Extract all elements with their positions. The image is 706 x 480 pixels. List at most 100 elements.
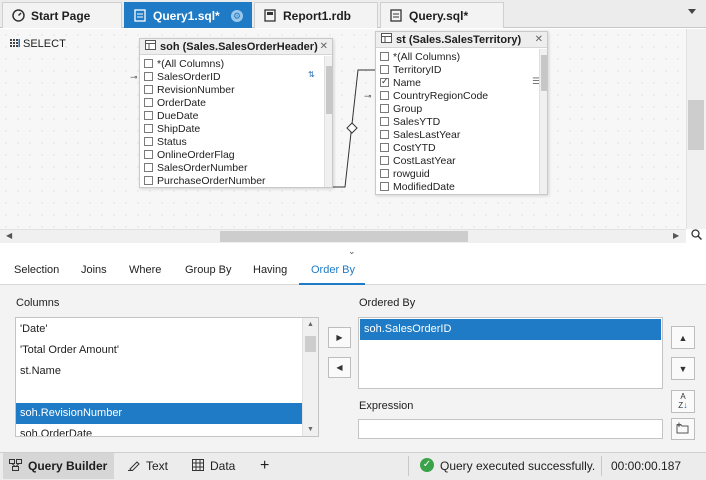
field-row[interactable]: OnlineOrderFlag <box>140 148 332 161</box>
checkbox[interactable] <box>144 72 153 81</box>
field-row[interactable]: rowguid <box>376 167 547 180</box>
field-row[interactable]: ShipDate <box>140 122 332 135</box>
add-expression-button[interactable] <box>671 418 695 440</box>
field-name: Name <box>393 76 422 89</box>
table-scrollbar[interactable] <box>539 49 547 194</box>
checkbox[interactable] <box>144 124 153 133</box>
checkbox[interactable] <box>144 150 153 159</box>
field-row[interactable]: RevisionNumber <box>140 83 332 96</box>
field-row[interactable]: *(All Columns) <box>376 50 547 63</box>
list-item[interactable]: st.Name <box>16 361 318 382</box>
scrollbar-thumb[interactable] <box>220 231 468 242</box>
scrollbar-thumb[interactable] <box>326 66 332 114</box>
list-item-selected[interactable]: soh.SalesOrderID <box>360 319 661 340</box>
tab-group-by[interactable]: Group By <box>185 264 231 276</box>
view-query-builder-button[interactable]: Query Builder <box>3 453 114 479</box>
list-item[interactable] <box>16 382 318 403</box>
checkbox[interactable] <box>380 169 389 178</box>
chevron-down-icon[interactable]: ⌄ <box>348 246 356 257</box>
view-label: Data <box>210 459 236 473</box>
close-icon[interactable]: ✕ <box>320 41 328 52</box>
close-icon[interactable]: ✕ <box>535 34 543 45</box>
view-label: Text <box>146 459 169 473</box>
field-name: *(All Columns) <box>393 50 461 63</box>
arrow-left-icon: ◀ <box>336 363 343 372</box>
tab-joins[interactable]: Joins <box>81 264 107 276</box>
field-row[interactable]: CostLastYear <box>376 154 547 167</box>
scrollbar-thumb[interactable] <box>305 336 316 352</box>
scroll-right-icon[interactable]: ▶ <box>673 231 679 240</box>
table-sales-territory[interactable]: st (Sales.SalesTerritory) ✕ *(All Column… <box>364 31 548 195</box>
table-header[interactable]: st (Sales.SalesTerritory) ✕ <box>376 32 547 48</box>
sort-az-icon: A Z↓ <box>678 392 688 410</box>
checkbox[interactable] <box>380 182 389 191</box>
expression-input[interactable] <box>358 419 663 439</box>
checkbox[interactable] <box>144 98 153 107</box>
field-row[interactable]: ⊸ CountryRegionCode <box>364 89 547 102</box>
tab-having[interactable]: Having <box>253 264 287 276</box>
field-row[interactable]: OrderDate <box>140 96 332 109</box>
field-row[interactable]: Name☰ <box>376 76 547 89</box>
table-icon <box>145 40 156 53</box>
add-view-button[interactable]: + <box>254 453 276 479</box>
checkbox[interactable] <box>144 59 153 68</box>
field-row[interactable]: ModifiedDate <box>376 180 547 193</box>
list-item-selected[interactable]: soh.RevisionNumber <box>16 403 302 424</box>
field-list: *(All Columns) TerritoryID Name☰ ⊸ Countr… <box>364 48 547 193</box>
columns-listbox[interactable]: 'Date' 'Total Order Amount' st.Name soh.… <box>15 317 319 437</box>
field-row[interactable]: DueDate <box>140 109 332 122</box>
checkbox[interactable] <box>380 65 389 74</box>
checkbox[interactable] <box>380 52 389 61</box>
scroll-up-icon[interactable]: ▲ <box>307 321 314 328</box>
field-row[interactable]: Group <box>376 102 547 115</box>
remove-from-order-button[interactable]: ◀ <box>328 357 351 378</box>
list-item[interactable]: 'Total Order Amount' <box>16 340 318 361</box>
checkbox[interactable] <box>144 85 153 94</box>
list-item[interactable]: 'Date' <box>16 319 318 340</box>
field-row[interactable]: ⊸ SalesOrderID ⇅ <box>130 70 332 83</box>
field-row[interactable]: PurchaseOrderNumber <box>140 174 332 187</box>
checkbox[interactable] <box>380 91 389 100</box>
view-text-button[interactable]: Text <box>122 453 180 479</box>
checkbox[interactable] <box>380 117 389 126</box>
zoom-icon[interactable] <box>688 229 704 243</box>
tab-order-by[interactable]: Order By <box>311 264 355 276</box>
ordered-by-listbox[interactable]: soh.SalesOrderID <box>358 317 663 389</box>
table-header[interactable]: soh (Sales.SalesOrderHeader) ✕ <box>140 39 332 55</box>
checkbox[interactable] <box>144 111 153 120</box>
field-name: SalesOrderNumber <box>157 161 248 174</box>
checkbox[interactable] <box>144 163 153 172</box>
checkbox[interactable] <box>380 130 389 139</box>
tab-selection[interactable]: Selection <box>14 264 59 276</box>
text-icon <box>128 459 140 474</box>
tab-where[interactable]: Where <box>129 264 161 276</box>
field-row[interactable]: Status <box>140 135 332 148</box>
list-item[interactable]: soh.OrderDate <box>16 424 318 436</box>
scrollbar-thumb[interactable] <box>688 100 704 150</box>
scroll-down-icon[interactable]: ▼ <box>307 426 314 433</box>
table-sales-order-header[interactable]: soh (Sales.SalesOrderHeader) ✕ *(All Col… <box>130 38 333 188</box>
columns-scrollbar[interactable]: ▲ ▼ <box>302 318 318 436</box>
add-to-order-button[interactable]: ▶ <box>328 327 351 348</box>
view-data-button[interactable]: Data <box>186 453 244 479</box>
checkbox[interactable] <box>144 137 153 146</box>
move-down-button[interactable]: ▼ <box>671 357 695 380</box>
field-row[interactable]: SalesYTD <box>376 115 547 128</box>
sort-direction-button[interactable]: A Z↓ <box>671 390 695 413</box>
field-row[interactable]: SalesLastYear <box>376 128 547 141</box>
checkbox[interactable] <box>380 156 389 165</box>
arrow-up-icon: ▲ <box>678 332 688 343</box>
checkbox-checked[interactable] <box>380 76 389 87</box>
view-label: Query Builder <box>28 459 108 473</box>
field-row[interactable]: TerritoryID <box>376 63 547 76</box>
checkbox[interactable] <box>144 176 153 185</box>
checkbox[interactable] <box>380 143 389 152</box>
field-row[interactable]: *(All Columns) <box>140 57 332 70</box>
scroll-left-icon[interactable]: ◀ <box>6 231 12 240</box>
checkbox[interactable] <box>380 104 389 113</box>
field-row[interactable]: CostYTD <box>376 141 547 154</box>
table-scrollbar[interactable] <box>324 56 332 187</box>
scrollbar-thumb[interactable] <box>541 55 547 91</box>
field-row[interactable]: SalesOrderNumber <box>140 161 332 174</box>
move-up-button[interactable]: ▲ <box>671 326 695 349</box>
